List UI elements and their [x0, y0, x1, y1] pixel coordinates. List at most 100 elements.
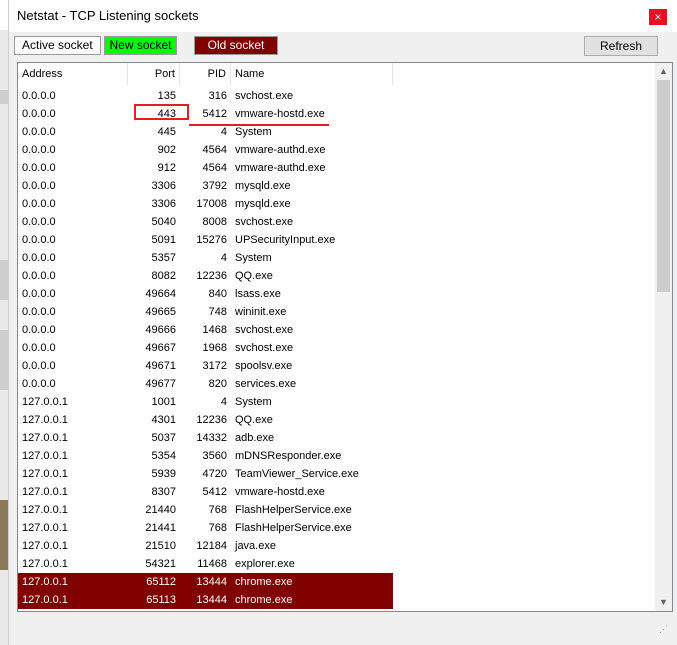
cell-name: vmware-authd.exe	[235, 162, 326, 174]
cell-pid: 4720	[202, 468, 227, 480]
cell-port: 4301	[151, 414, 176, 426]
cell-name: FlashHelperService.exe	[235, 504, 352, 516]
cell-pid: 17008	[196, 198, 227, 210]
table-row[interactable]: 0.0.0.0 443 5412 vmware-hostd.exe	[18, 105, 654, 123]
resize-grip-icon[interactable]: ⋰	[659, 624, 668, 635]
cell-pid: 768	[208, 504, 227, 516]
cell-address: 127.0.0.1	[18, 591, 128, 609]
cell-name: vmware-hostd.exe	[235, 486, 325, 498]
cell-port: 65112	[128, 573, 180, 591]
column-header-address[interactable]: Address	[18, 63, 128, 85]
table-row[interactable]: 0.0.0.0 3306 17008 mysqld.exe	[18, 195, 654, 213]
cell-name: QQ.exe	[235, 414, 273, 426]
cell-address: 0.0.0.0	[22, 342, 56, 354]
cell-address: 0.0.0.0	[22, 288, 56, 300]
table-row[interactable]: 127.0.0.1 1001 4 System	[18, 393, 654, 411]
table-row[interactable]: 0.0.0.0 3306 3792 mysqld.exe	[18, 177, 654, 195]
cell-port: 3306	[151, 198, 176, 210]
table-row[interactable]: 0.0.0.0 8082 12236 QQ.exe	[18, 267, 654, 285]
cell-name: svchost.exe	[235, 342, 294, 354]
cell-address: 127.0.0.1	[22, 396, 68, 408]
annotation-underline	[189, 124, 329, 126]
cell-address: 0.0.0.0	[22, 378, 56, 390]
table-row[interactable]: 0.0.0.0 49671 3172 spoolsv.exe	[18, 357, 654, 375]
table-row[interactable]: 127.0.0.1 21510 12184 java.exe	[18, 537, 654, 555]
cell-pid: 3172	[202, 360, 227, 372]
refresh-button[interactable]: Refresh	[584, 36, 658, 56]
table-row[interactable]: 127.0.0.1 21440 768 FlashHelperService.exe	[18, 501, 654, 519]
table-row[interactable]: 127.0.0.1 8307 5412 vmware-hostd.exe	[18, 483, 654, 501]
table-row[interactable]: 0.0.0.0 49667 1968 svchost.exe	[18, 339, 654, 357]
cell-address: 0.0.0.0	[22, 306, 56, 318]
cell-name: mysqld.exe	[235, 198, 291, 210]
cell-port: 5037	[151, 432, 176, 444]
vertical-scrollbar[interactable]: ▲ ▼	[655, 63, 672, 611]
cell-port: 49664	[145, 288, 176, 300]
cell-address: 0.0.0.0	[22, 252, 56, 264]
cell-port: 8082	[151, 270, 176, 282]
cell-name: spoolsv.exe	[235, 360, 293, 372]
table-row[interactable]: 0.0.0.0 445 4 System	[18, 123, 654, 141]
table-row[interactable]: 127.0.0.1 5037 14332 adb.exe	[18, 429, 654, 447]
cell-port: 49667	[145, 342, 176, 354]
scroll-down-arrow-icon[interactable]: ▼	[655, 594, 672, 611]
table-row[interactable]: 127.0.0.1 65112 13444 chrome.exe	[18, 573, 654, 591]
cell-name: explorer.exe	[235, 558, 295, 570]
cell-port: 49677	[145, 378, 176, 390]
cell-name: svchost.exe	[235, 90, 294, 102]
table-row[interactable]: 0.0.0.0 5040 8008 svchost.exe	[18, 213, 654, 231]
cell-port: 21441	[145, 522, 176, 534]
cell-name: chrome.exe	[231, 591, 393, 609]
cell-address: 127.0.0.1	[22, 504, 68, 516]
cell-pid: 11468	[197, 558, 227, 570]
cell-port: 5357	[151, 252, 176, 264]
cell-pid: 4564	[202, 162, 227, 174]
cell-name: FlashHelperService.exe	[235, 522, 352, 534]
cell-port: 65113	[128, 591, 180, 609]
table-row[interactable]: 127.0.0.1 54321 11468 explorer.exe	[18, 555, 654, 573]
cell-pid: 1468	[202, 324, 227, 336]
column-header-pid[interactable]: PID	[180, 63, 231, 85]
table-row[interactable]: 0.0.0.0 135 316 svchost.exe	[18, 87, 654, 105]
cell-name: vmware-hostd.exe	[235, 108, 325, 120]
cell-address: 0.0.0.0	[22, 360, 56, 372]
cell-address: 127.0.0.1	[22, 522, 68, 534]
close-button[interactable]: ×	[649, 9, 667, 25]
cell-name: lsass.exe	[235, 288, 281, 300]
table-row[interactable]: 0.0.0.0 902 4564 vmware-authd.exe	[18, 141, 654, 159]
cell-port: 49671	[145, 360, 176, 372]
cell-pid: 1968	[202, 342, 227, 354]
column-header-port[interactable]: Port	[128, 63, 180, 85]
cell-name: chrome.exe	[231, 573, 393, 591]
cell-name: svchost.exe	[235, 216, 294, 228]
scroll-up-arrow-icon[interactable]: ▲	[655, 63, 672, 80]
cell-address: 0.0.0.0	[22, 234, 56, 246]
table-row[interactable]: 0.0.0.0 49666 1468 svchost.exe	[18, 321, 654, 339]
toolbar: Active socket New socket Old socket Refr…	[9, 32, 677, 62]
cell-pid: 4	[220, 252, 227, 264]
table-row[interactable]: 0.0.0.0 912 4564 vmware-authd.exe	[18, 159, 654, 177]
table-row[interactable]: 0.0.0.0 49677 820 services.exe	[18, 375, 654, 393]
table-row[interactable]: 127.0.0.1 21441 768 FlashHelperService.exe	[18, 519, 654, 537]
title-bar[interactable]: Netstat - TCP Listening sockets ×	[9, 0, 677, 32]
cell-address: 0.0.0.0	[22, 90, 56, 102]
table-row[interactable]: 127.0.0.1 5939 4720 TeamViewer_Service.exe	[18, 465, 654, 483]
table-row[interactable]: 0.0.0.0 49665 748 wininit.exe	[18, 303, 654, 321]
table-row[interactable]: 0.0.0.0 49664 840 lsass.exe	[18, 285, 654, 303]
table-row[interactable]: 0.0.0.0 5091 15276 UPSecurityInput.exe	[18, 231, 654, 249]
cell-name: svchost.exe	[235, 324, 294, 336]
cell-name: adb.exe	[235, 432, 275, 444]
cell-pid: 8008	[202, 216, 227, 228]
column-header-name[interactable]: Name	[231, 63, 393, 85]
socket-list[interactable]: Address Port PID Name 0.0.0.0 135 316 svcho…	[17, 62, 673, 612]
table-row[interactable]: 127.0.0.1 65113 13444 chrome.exe	[18, 591, 654, 609]
scroll-thumb[interactable]	[657, 80, 670, 292]
cell-port: 49666	[145, 324, 176, 336]
legend-active-socket: Active socket	[14, 36, 101, 55]
cell-port: 8307	[151, 486, 176, 498]
table-row[interactable]: 127.0.0.1 5354 3560 mDNSResponder.exe	[18, 447, 654, 465]
table-row[interactable]: 127.0.0.1 4301 12236 QQ.exe	[18, 411, 654, 429]
table-row[interactable]: 0.0.0.0 5357 4 System	[18, 249, 654, 267]
legend-new-socket: New socket	[104, 36, 177, 55]
cell-port: 5040	[151, 216, 176, 228]
